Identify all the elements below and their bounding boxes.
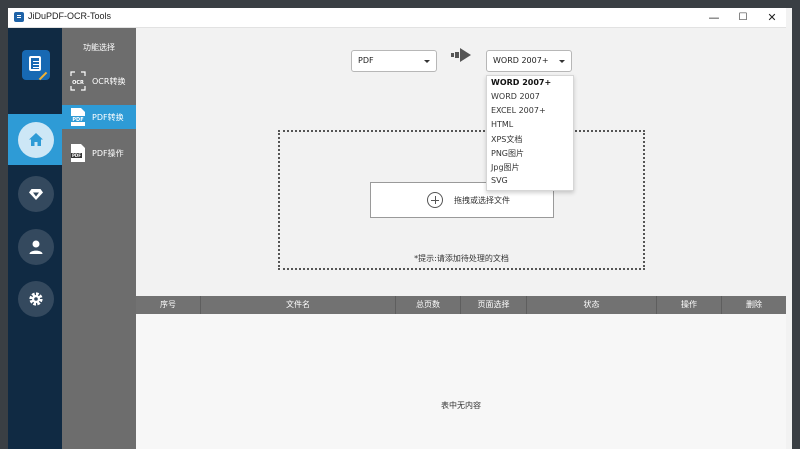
format-option[interactable]: EXCEL 2007+ bbox=[491, 106, 546, 115]
main-nav bbox=[8, 28, 62, 449]
format-option[interactable]: HTML bbox=[491, 120, 513, 129]
format-option[interactable]: PNG图片 bbox=[491, 148, 524, 159]
add-file-label: 拖拽或选择文件 bbox=[454, 196, 510, 205]
table-empty-message: 表中无内容 bbox=[441, 401, 481, 410]
pdf-convert-icon: PDF bbox=[71, 108, 85, 126]
drop-hint: *提示:请添加待处理的文档 bbox=[414, 254, 509, 263]
file-table-body: 表中无内容 bbox=[136, 314, 786, 449]
nav-vip-button[interactable] bbox=[18, 176, 54, 212]
app-window: JiDuPDF-OCR-Tools — ☐ ✕ 功能选择 OCR OCR转换 P… bbox=[8, 8, 792, 449]
app-logo bbox=[22, 50, 50, 81]
target-format-value: WORD 2007+ bbox=[493, 56, 549, 65]
chevron-down-icon bbox=[559, 60, 565, 63]
window-edge bbox=[786, 8, 792, 449]
file-table-header: 序号 文件名 总页数 页面选择 状态 操作 删除 bbox=[136, 296, 786, 314]
column-total-pages: 总页数 bbox=[396, 296, 461, 314]
close-button[interactable]: ✕ bbox=[758, 8, 786, 27]
column-status: 状态 bbox=[527, 296, 657, 314]
source-format-select[interactable]: PDF bbox=[351, 50, 437, 72]
format-option[interactable]: Jpg图片 bbox=[491, 162, 520, 173]
arrow-right-icon bbox=[451, 48, 471, 62]
nav-settings-button[interactable] bbox=[18, 281, 54, 317]
column-page-select: 页面选择 bbox=[461, 296, 527, 314]
target-format-dropdown: WORD 2007+ WORD 2007 EXCEL 2007+ HTML XP… bbox=[486, 75, 574, 191]
ocr-icon: OCR bbox=[70, 71, 86, 91]
target-format-select[interactable]: WORD 2007+ bbox=[486, 50, 572, 72]
subnav-label: OCR转换 bbox=[92, 77, 126, 86]
subnav-item-pdf-operate[interactable]: PDF PDF操作 bbox=[62, 141, 136, 165]
column-index: 序号 bbox=[136, 296, 201, 314]
gear-icon bbox=[29, 292, 43, 306]
nav-home-button[interactable] bbox=[18, 122, 54, 158]
subnav-item-pdf-convert[interactable]: PDF PDF转换 bbox=[62, 105, 136, 129]
format-option[interactable]: WORD 2007+ bbox=[491, 78, 551, 87]
pen-icon bbox=[38, 71, 48, 81]
format-option[interactable]: WORD 2007 bbox=[491, 92, 540, 101]
svg-text:PDF: PDF bbox=[72, 117, 83, 123]
column-actions: 操作 bbox=[657, 296, 722, 314]
svg-text:OCR: OCR bbox=[72, 80, 84, 86]
function-menu: 功能选择 OCR OCR转换 PDF PDF转换 PDF PDF操作 bbox=[62, 28, 136, 449]
pdf-operate-icon: PDF bbox=[71, 144, 85, 162]
source-format-value: PDF bbox=[358, 56, 374, 65]
function-menu-title: 功能选择 bbox=[83, 43, 115, 52]
plus-circle-icon bbox=[427, 192, 443, 208]
chevron-down-icon bbox=[424, 60, 430, 63]
maximize-button[interactable]: ☐ bbox=[729, 8, 757, 27]
document-icon bbox=[29, 56, 41, 71]
home-icon bbox=[29, 133, 43, 146]
user-icon bbox=[29, 240, 43, 254]
format-option[interactable]: SVG bbox=[491, 176, 508, 185]
column-filename: 文件名 bbox=[201, 296, 396, 314]
subnav-label: PDF操作 bbox=[92, 149, 124, 158]
column-delete: 删除 bbox=[746, 300, 762, 309]
minimize-button[interactable]: — bbox=[700, 8, 728, 27]
title-bar: JiDuPDF-OCR-Tools — ☐ ✕ bbox=[8, 8, 792, 28]
svg-text:PDF: PDF bbox=[72, 153, 81, 158]
diamond-icon bbox=[29, 189, 43, 200]
format-option[interactable]: XPS文档 bbox=[491, 134, 522, 145]
app-icon bbox=[14, 12, 24, 22]
nav-user-button[interactable] bbox=[18, 229, 54, 265]
window-title: JiDuPDF-OCR-Tools bbox=[28, 11, 112, 21]
subnav-label: PDF转换 bbox=[92, 113, 124, 122]
subnav-item-ocr[interactable]: OCR OCR转换 bbox=[62, 69, 136, 93]
